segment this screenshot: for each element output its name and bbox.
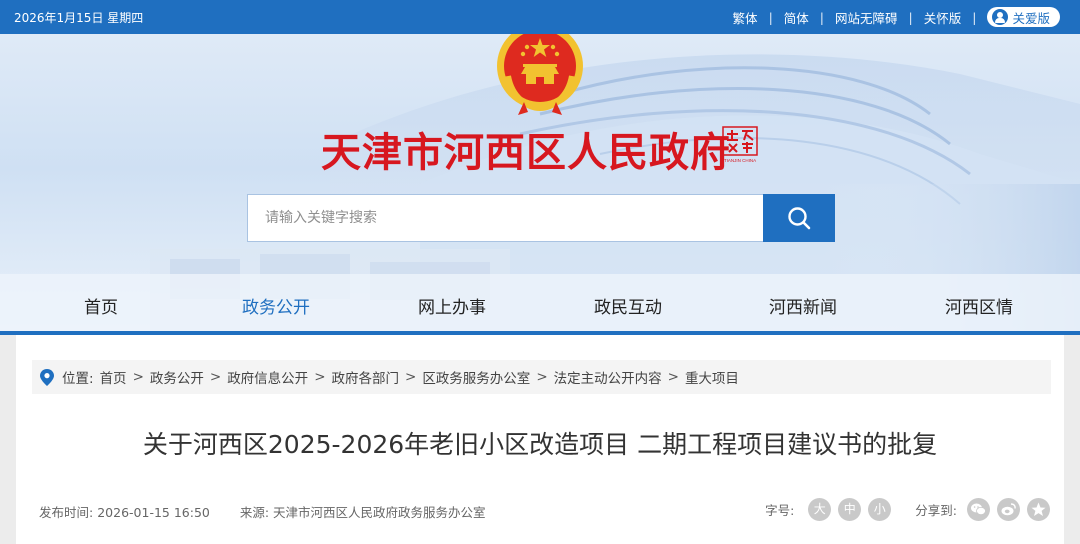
font-size-large-button[interactable]: 大 — [808, 497, 832, 521]
article-tools: 字号: 大 中 小 分享到: — [765, 497, 1050, 521]
link-separator: | — [819, 9, 825, 25]
breadcrumb: 位置: 首页 > 政务公开 > 政府信息公开 > 政府各部门 > 区政务服务办公… — [32, 360, 1051, 394]
article-meta: 发布时间: 2026-01-15 16:50 来源: 天津市河西区人民政府政务服务办… — [39, 502, 490, 521]
link-separator: | — [972, 9, 977, 25]
traditional-chinese-link[interactable]: 繁体 — [733, 8, 758, 27]
search-icon — [788, 207, 811, 230]
national-emblem-icon — [497, 34, 583, 115]
breadcrumb-separator: > — [536, 369, 548, 385]
care-mode-button[interactable]: 关爱版 — [987, 7, 1060, 27]
nav-item-public-interaction[interactable]: 政民互动 — [594, 288, 662, 328]
breadcrumb-label: 位置: — [62, 371, 94, 387]
care-mode-label: 关爱版 — [1012, 10, 1050, 26]
simplified-chinese-link[interactable]: 简体 — [784, 8, 809, 27]
share-weibo-button[interactable] — [997, 497, 1020, 521]
wechat-icon — [971, 503, 986, 515]
tianjin-logo-icon: TIANJIN CHINA — [722, 126, 758, 163]
location-pin-icon — [40, 368, 54, 386]
nav-item-online-services[interactable]: 网上办事 — [418, 288, 486, 328]
source-label: 来源: — [239, 505, 270, 520]
top-links: 繁体 | 简体 | 网站无障碍 | 关怀版 | 关爱版 — [733, 6, 1060, 28]
accessibility-link[interactable]: 网站无障碍 — [835, 8, 898, 27]
breadcrumb-separator: > — [405, 369, 417, 385]
search-bar — [247, 194, 835, 242]
breadcrumb-home[interactable]: 首页 — [100, 367, 127, 387]
tianjin-logo-text: TIANJIN CHINA — [724, 158, 756, 163]
font-size-label: 字号: — [765, 502, 795, 518]
breadcrumb-separator: > — [667, 369, 679, 385]
breadcrumb-government-affairs[interactable]: 政务公开 — [150, 367, 204, 387]
link-separator: | — [768, 9, 773, 25]
breadcrumb-statutory-disclosure[interactable]: 法定主动公开内容 — [554, 367, 662, 387]
main-nav: 首页 政务公开 网上办事 政民互动 河西新闻 河西区情 — [0, 288, 1080, 332]
nav-item-home[interactable]: 首页 — [84, 288, 118, 328]
article-title: 关于河西区2025-2026年老旧小区改造项目 二期工程项目建议书的批复 — [142, 430, 938, 459]
publish-time: 2026-01-15 16:50 — [97, 505, 210, 520]
breadcrumb-separator: > — [132, 369, 144, 385]
source: 天津市河西区人民政府政务服务办公室 — [273, 505, 486, 520]
breadcrumb-separator: > — [209, 369, 222, 385]
search-button[interactable] — [763, 194, 835, 242]
article-panel: 位置: 首页 > 政务公开 > 政府信息公开 > 政府各部门 > 区政务服务办公… — [16, 335, 1064, 544]
font-size-medium-button[interactable]: 中 — [838, 497, 862, 521]
site-title: 天津市河西区人民政府 — [321, 130, 731, 176]
breadcrumb-service-office[interactable]: 区政务服务办公室 — [422, 367, 530, 387]
breadcrumb-departments[interactable]: 政府各部门 — [332, 367, 400, 387]
user-icon — [992, 9, 1009, 25]
link-separator: | — [908, 9, 913, 25]
share-qzone-button[interactable] — [1027, 497, 1050, 521]
qzone-icon — [1031, 502, 1046, 516]
share-wechat-button[interactable] — [967, 497, 990, 521]
care-version-link[interactable]: 关怀版 — [924, 8, 962, 27]
current-date: 2026年1月15日 星期四 — [14, 11, 144, 25]
breadcrumb-major-projects[interactable]: 重大项目 — [685, 367, 739, 387]
share-label: 分享到: — [915, 502, 957, 518]
breadcrumb-separator: > — [314, 369, 326, 385]
font-size-small-button[interactable]: 小 — [868, 497, 892, 521]
search-input[interactable] — [247, 194, 764, 242]
publish-time-label: 发布时间: — [39, 505, 94, 520]
nav-item-government-affairs[interactable]: 政务公开 — [242, 288, 310, 328]
top-bar: 2026年1月15日 星期四 繁体 | 简体 | 网站无障碍 | 关怀版 | 关… — [0, 0, 1080, 34]
breadcrumb-info-disclosure[interactable]: 政府信息公开 — [227, 367, 308, 387]
weibo-icon — [1001, 502, 1016, 515]
nav-item-hexi-profile[interactable]: 河西区情 — [945, 288, 1013, 328]
nav-item-hexi-news[interactable]: 河西新闻 — [769, 288, 837, 328]
